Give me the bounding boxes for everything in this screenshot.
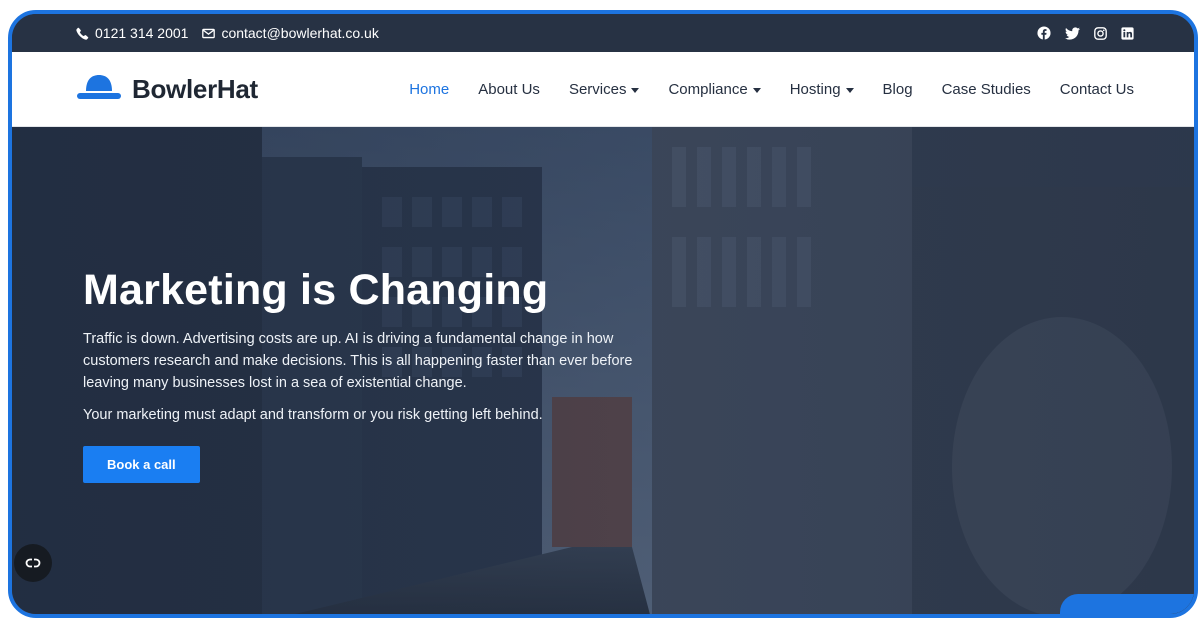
nav-label: Services — [568, 80, 627, 98]
brand-name: BowlerHat — [132, 73, 258, 104]
main-navbar: BowlerHat Home About Us Services Complia… — [12, 52, 1194, 127]
nav-item-blog[interactable]: Blog — [883, 81, 913, 98]
logo[interactable]: BowlerHat — [76, 73, 258, 106]
nav-item-contact-us[interactable]: Contact Us — [1060, 81, 1134, 98]
nav-label: About Us — [478, 80, 540, 98]
social-links — [1037, 26, 1134, 40]
phone-link[interactable]: 0121 314 2001 — [76, 25, 188, 41]
hero-title: Marketing is Changing — [83, 266, 549, 314]
nav-label: Blog — [882, 80, 913, 98]
phone-icon — [76, 27, 89, 40]
cookie-settings-icon[interactable] — [14, 544, 52, 582]
hero-paragraph: Your marketing must adapt and transform … — [83, 407, 543, 424]
nav-label: Compliance — [668, 80, 748, 98]
top-info-bar: 0121 314 2001 contact@bowlerhat.co.uk — [12, 14, 1194, 52]
hero-paragraph: Traffic is down. Advertising costs are u… — [83, 331, 633, 392]
chat-launcher-icon[interactable] — [1060, 594, 1194, 614]
contact-info: 0121 314 2001 contact@bowlerhat.co.uk — [76, 25, 379, 41]
nav-item-case-studies[interactable]: Case Studies — [942, 81, 1031, 98]
twitter-icon[interactable] — [1065, 26, 1080, 40]
nav-item-about-us[interactable]: About Us — [478, 81, 540, 98]
nav-item-compliance[interactable]: Compliance — [668, 80, 761, 98]
nav-item-services[interactable]: Services — [569, 81, 640, 98]
bowler-hat-icon — [76, 73, 122, 106]
primary-nav: Home About Us Services Compliance Hostin… — [409, 81, 1134, 98]
nav-label: Hosting — [789, 80, 841, 98]
nav-item-hosting[interactable]: Hosting — [790, 81, 854, 98]
caret-down-icon — [845, 87, 854, 93]
caret-down-icon — [631, 87, 640, 93]
hero-section: Marketing is Changing Traffic is down. A… — [12, 127, 1194, 614]
facebook-icon[interactable] — [1037, 26, 1051, 40]
book-a-call-button[interactable]: Book a call — [83, 446, 200, 484]
nav-label: Case Studies — [941, 80, 1031, 98]
hero-content: Marketing is Changing Traffic is down. A… — [83, 266, 643, 484]
caret-down-icon — [752, 87, 761, 93]
nav-label: Contact Us — [1059, 80, 1134, 98]
browser-frame: 0121 314 2001 contact@bowlerhat.co.uk Bo… — [8, 10, 1198, 618]
instagram-icon[interactable] — [1094, 26, 1107, 40]
nav-label: Home — [409, 80, 450, 98]
email-link[interactable]: contact@bowlerhat.co.uk — [202, 25, 379, 41]
phone-number: 0121 314 2001 — [95, 25, 189, 41]
email-address: contact@bowlerhat.co.uk — [221, 25, 379, 41]
linkedin-icon[interactable] — [1121, 26, 1134, 40]
nav-item-home[interactable]: Home — [409, 81, 449, 98]
envelope-icon — [202, 28, 216, 39]
